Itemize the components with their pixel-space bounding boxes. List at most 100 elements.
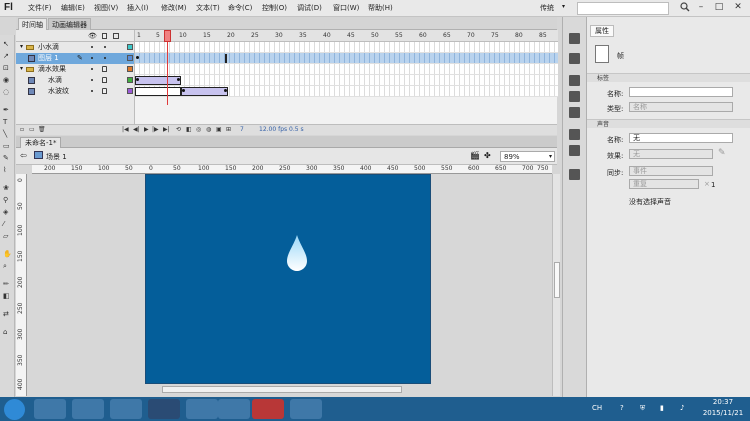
visibility-dot[interactable]: [91, 57, 93, 59]
new-folder-icon[interactable]: ▭: [29, 126, 35, 133]
sound-name-select[interactable]: 无: [629, 133, 733, 143]
go-last-frame-icon[interactable]: ▶|: [163, 126, 170, 133]
keyframe[interactable]: [182, 89, 185, 92]
app-icon[interactable]: [186, 399, 218, 419]
frame-ruler[interactable]: 1 5 10 15 20 25 30 35 40 45 50 55 60 65 …: [135, 30, 558, 42]
maximize-button[interactable]: □: [710, 1, 728, 14]
components-icon[interactable]: [569, 145, 580, 156]
security-icon[interactable]: ⛨: [640, 404, 648, 412]
menu-control[interactable]: 控制(O): [262, 3, 287, 13]
color-panel-icon[interactable]: [569, 33, 580, 44]
chevron-down-icon[interactable]: ▾: [549, 152, 552, 162]
expand-arrow-icon[interactable]: ▾: [20, 43, 23, 50]
scene-name[interactable]: 场景 1: [46, 152, 67, 162]
edit-multiple-icon[interactable]: ▣: [216, 126, 222, 133]
layer-name[interactable]: 水波纹: [48, 86, 69, 97]
paint-bucket-tool-icon[interactable]: ◈: [3, 209, 12, 216]
frame-row[interactable]: [135, 86, 558, 97]
frame-rate[interactable]: 12.00 fps: [259, 126, 287, 133]
menu-text[interactable]: 文本(T): [196, 3, 220, 13]
layer-name[interactable]: 图层 1: [38, 53, 59, 64]
align-icon[interactable]: [569, 75, 580, 86]
vertical-scrollbar[interactable]: [552, 174, 560, 396]
edit-symbol-icon[interactable]: ✤: [484, 151, 491, 160]
subselection-tool-icon[interactable]: ↗: [3, 53, 12, 60]
layer-name[interactable]: 水滴: [48, 75, 62, 86]
water-drop[interactable]: [285, 233, 309, 273]
close-button[interactable]: ✕: [729, 1, 747, 14]
tab-document[interactable]: 未命名-1*: [20, 137, 62, 148]
library-icon[interactable]: [569, 129, 580, 140]
tab-motion-editor[interactable]: 动画编辑器: [48, 18, 91, 30]
start-button[interactable]: [4, 399, 25, 420]
flash-icon[interactable]: [252, 399, 284, 419]
repeat-count[interactable]: 1: [711, 181, 715, 189]
transform-icon[interactable]: [569, 107, 580, 118]
section-label[interactable]: 标签: [587, 73, 750, 82]
media-player-icon[interactable]: [110, 399, 142, 419]
menu-insert[interactable]: 插入(I): [127, 3, 149, 13]
visibility-dot[interactable]: [91, 46, 93, 48]
eye-icon[interactable]: 👁: [88, 32, 97, 40]
selection-tool-icon[interactable]: ↖: [3, 41, 12, 48]
menu-file[interactable]: 文件(F): [28, 3, 52, 13]
menu-modify[interactable]: 修改(M): [161, 3, 187, 13]
menu-debug[interactable]: 调试(D): [297, 3, 322, 13]
minimize-button[interactable]: –: [692, 1, 710, 14]
search-icon[interactable]: [680, 2, 690, 12]
swatches-icon[interactable]: [569, 53, 580, 64]
onion-markers-icon[interactable]: ⊞: [226, 126, 231, 133]
delete-layer-icon[interactable]: 🗑: [38, 126, 46, 133]
step-back-icon[interactable]: ◀|: [133, 126, 140, 133]
elapsed-time[interactable]: 0.5 s: [289, 126, 304, 133]
label-type-select[interactable]: 名称: [629, 102, 733, 112]
keyframe[interactable]: [136, 56, 139, 59]
text-tool-icon[interactable]: T: [3, 119, 12, 126]
edit-scene-icon[interactable]: 🎬: [470, 151, 480, 160]
playhead-handle[interactable]: [164, 30, 171, 42]
visibility-dot[interactable]: [91, 68, 93, 70]
motion-presets-icon[interactable]: [569, 169, 580, 180]
motion-tween-span[interactable]: [135, 76, 181, 85]
folder-icon[interactable]: [218, 399, 250, 419]
menu-commands[interactable]: 命令(C): [228, 3, 252, 13]
frame-grid[interactable]: 1 5 10 15 20 25 30 35 40 45 50 55 60 65 …: [134, 30, 558, 135]
layer-tuceng-1[interactable]: 图层 1 ✎: [16, 53, 134, 64]
frame-row[interactable]: [135, 42, 558, 53]
back-arrow-icon[interactable]: ⇦: [20, 151, 27, 160]
lock-icon[interactable]: [102, 66, 107, 72]
help-icon[interactable]: ?: [620, 404, 628, 412]
step-forward-icon[interactable]: |▶: [152, 126, 159, 133]
network-icon[interactable]: ▮: [660, 404, 668, 412]
free-transform-tool-icon[interactable]: ⊡: [3, 65, 12, 72]
frame-row[interactable]: [135, 53, 558, 64]
layer-folder-xiaoshuidi[interactable]: ▾ 小水滴: [16, 42, 134, 53]
language-indicator[interactable]: CH: [592, 404, 602, 412]
video-app-icon[interactable]: [290, 399, 322, 419]
frame-row[interactable]: [135, 75, 558, 86]
edit-pencil-icon[interactable]: ✎: [718, 148, 726, 158]
lock-dot[interactable]: [104, 46, 106, 48]
fill-color-icon[interactable]: ◧: [3, 293, 12, 300]
center-frame-icon[interactable]: ◧: [186, 126, 192, 133]
visibility-dot[interactable]: [91, 79, 93, 81]
photoshop-icon[interactable]: [148, 399, 180, 419]
zoom-tool-icon[interactable]: ⌕: [3, 263, 12, 270]
snap-to-objects-icon[interactable]: ⌂: [3, 329, 12, 336]
new-layer-icon[interactable]: ▫: [20, 126, 24, 133]
outline-all-icon[interactable]: [113, 33, 119, 39]
onion-outline-icon[interactable]: ◍: [206, 126, 211, 133]
clock[interactable]: 20:37 2015/11/21: [698, 397, 748, 419]
line-tool-icon[interactable]: ╲: [3, 131, 12, 138]
layer-shuibowen[interactable]: 水波纹: [16, 86, 134, 97]
stroke-color-icon[interactable]: ✏: [3, 281, 12, 288]
scrollbar-thumb[interactable]: [554, 262, 560, 298]
zoom-select[interactable]: 89% ▾: [500, 151, 555, 162]
horizontal-scrollbar[interactable]: [162, 386, 402, 393]
empty-span[interactable]: [135, 87, 181, 96]
layer-name[interactable]: 小水滴: [38, 42, 59, 53]
lock-all-icon[interactable]: [102, 33, 107, 39]
swap-colors-icon[interactable]: ⇄: [3, 311, 12, 318]
chevron-down-icon[interactable]: ▾: [562, 3, 565, 10]
menu-edit[interactable]: 编辑(E): [61, 3, 85, 13]
